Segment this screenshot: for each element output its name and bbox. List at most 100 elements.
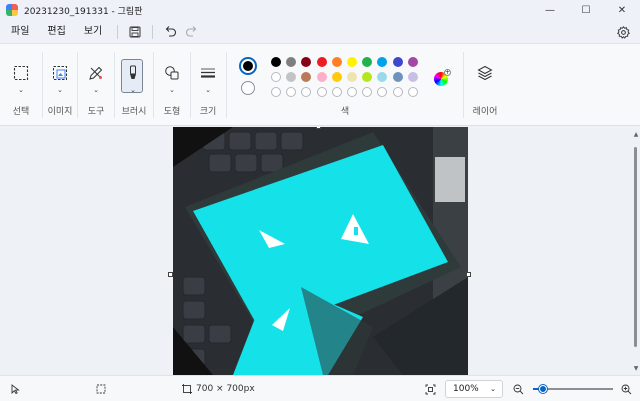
canvas-size-text: 700 × 700px — [196, 384, 255, 394]
color-swatch[interactable] — [392, 57, 403, 67]
undo-icon[interactable] — [159, 21, 181, 43]
settings-gear-icon[interactable] — [614, 23, 632, 41]
custom-color-slot[interactable] — [301, 87, 312, 97]
image-crop-icon[interactable] — [49, 62, 71, 84]
cursor-position-icon — [10, 376, 20, 401]
group-image: ⌄ 이미지 — [43, 44, 77, 126]
custom-color-slot[interactable] — [316, 87, 327, 97]
vertical-scrollbar[interactable]: ▲ ▼ — [632, 127, 640, 375]
primary-color — [243, 61, 253, 71]
color-swatch[interactable] — [377, 57, 388, 67]
paint-app-icon — [6, 4, 18, 16]
zoom-out-icon[interactable] — [513, 376, 524, 401]
color-swatch[interactable] — [286, 57, 297, 67]
color-swatch[interactable] — [331, 72, 342, 82]
group-brush: ⌄ 브러시 — [115, 44, 153, 126]
secondary-color[interactable] — [241, 81, 255, 95]
save-icon[interactable] — [124, 21, 146, 43]
menu-view[interactable]: 보기 — [75, 20, 111, 44]
group-shapes: ⌄ 도형 — [154, 44, 190, 126]
menu-file[interactable]: 파일 — [2, 20, 38, 44]
window-title: 20231230_191331 - 그림판 — [24, 6, 143, 17]
fit-to-window-icon[interactable] — [425, 376, 436, 401]
color-swatch[interactable] — [301, 72, 312, 82]
group-label-layers: 레이어 — [472, 107, 498, 117]
color-swatch[interactable] — [407, 72, 418, 82]
scroll-down-arrow-icon[interactable]: ▼ — [632, 365, 640, 372]
zoom-slider-thumb[interactable] — [539, 385, 547, 393]
color-swatch[interactable] — [362, 57, 373, 67]
chevron-down-icon: ⌄ — [490, 385, 496, 393]
custom-color-slot[interactable] — [377, 87, 388, 97]
group-layers: 레이어 — [464, 44, 506, 126]
title-bar: 20231230_191331 - 그림판 — ☐ ✕ — [0, 0, 640, 20]
shapes-icon[interactable] — [161, 62, 183, 84]
resize-handle-left[interactable] — [168, 272, 173, 277]
color-swatch[interactable] — [301, 57, 312, 67]
custom-color-slot[interactable] — [347, 87, 357, 97]
color-swatch[interactable] — [392, 72, 403, 82]
canvas-image[interactable] — [173, 127, 468, 375]
group-select: ⌄ 선택 — [0, 44, 42, 126]
chevron-down-icon[interactable]: ⌄ — [167, 86, 177, 94]
menu-divider — [152, 24, 154, 39]
scrollbar-thumb[interactable] — [634, 147, 637, 347]
group-label-select: 선택 — [12, 107, 30, 117]
color-swatch[interactable] — [377, 72, 388, 82]
minimize-button[interactable]: — — [532, 0, 568, 20]
close-button[interactable]: ✕ — [604, 0, 640, 20]
group-label-shapes: 도형 — [163, 107, 181, 117]
chevron-down-icon[interactable]: ⌄ — [16, 86, 26, 94]
color-swatch[interactable] — [316, 72, 327, 82]
group-label-colors: 색 — [340, 107, 350, 117]
maximize-button[interactable]: ☐ — [568, 0, 604, 20]
color-swatch[interactable] — [271, 57, 281, 67]
color-swatch[interactable] — [331, 57, 342, 67]
brush-icon[interactable] — [122, 62, 144, 84]
color-swatch[interactable] — [316, 57, 327, 67]
custom-color-slot[interactable] — [271, 87, 281, 97]
group-label-tools: 도구 — [87, 107, 105, 117]
stroke-size-icon[interactable] — [197, 62, 219, 84]
color-swatch[interactable] — [271, 72, 281, 82]
color-swatch[interactable] — [407, 57, 418, 67]
edit-colors-icon[interactable]: + — [430, 68, 452, 90]
color-swatch[interactable] — [286, 72, 297, 82]
zoom-in-icon[interactable] — [621, 376, 632, 401]
menu-edit[interactable]: 편집 — [38, 20, 74, 44]
window-controls: — ☐ ✕ — [532, 0, 640, 20]
layers-icon[interactable] — [474, 62, 496, 84]
group-label-image: 이미지 — [47, 107, 73, 117]
chevron-down-icon[interactable]: ⌄ — [203, 86, 213, 94]
resize-handle-right[interactable] — [466, 272, 471, 277]
group-label-size: 크기 — [199, 107, 217, 117]
chevron-down-icon[interactable]: ⌄ — [128, 86, 138, 94]
custom-color-slot[interactable] — [392, 87, 403, 97]
selection-icon[interactable] — [10, 62, 32, 84]
custom-color-slot[interactable] — [286, 87, 297, 97]
group-colors: 색 — [227, 44, 463, 126]
group-size: ⌄ 크기 — [191, 44, 225, 126]
menu-divider — [117, 24, 119, 39]
color-swatch[interactable] — [347, 72, 357, 82]
canvas-area[interactable] — [0, 127, 632, 375]
custom-color-slot[interactable] — [362, 87, 373, 97]
color-swatch[interactable] — [362, 72, 373, 82]
chevron-down-icon[interactable]: ⌄ — [91, 86, 101, 94]
group-label-brush: 브러시 — [121, 107, 147, 117]
custom-color-slot[interactable] — [331, 87, 342, 97]
custom-color-slot[interactable] — [407, 87, 418, 97]
ribbon-toolbar: ⌄ 선택 ⌄ 이미지 ⌄ 도구 ⌄ 브러시 ⌄ 도형 ⌄ 크기 색 + 레이어 — [0, 44, 640, 126]
zoom-value: 100% — [453, 384, 479, 394]
pencil-tools-icon[interactable] — [85, 62, 107, 84]
redo-icon[interactable] — [181, 21, 203, 43]
color-swatch[interactable] — [347, 57, 357, 67]
resize-handle-top[interactable] — [316, 127, 321, 129]
group-tools: ⌄ 도구 — [78, 44, 114, 126]
status-bar: 700 × 700px 100% ⌄ — [0, 375, 640, 401]
chevron-down-icon[interactable]: ⌄ — [55, 86, 65, 94]
zoom-select[interactable]: 100% ⌄ — [445, 380, 503, 398]
canvas-size-icon — [182, 376, 192, 401]
scroll-up-arrow-icon[interactable]: ▲ — [632, 131, 640, 138]
selection-size-icon — [96, 376, 106, 401]
